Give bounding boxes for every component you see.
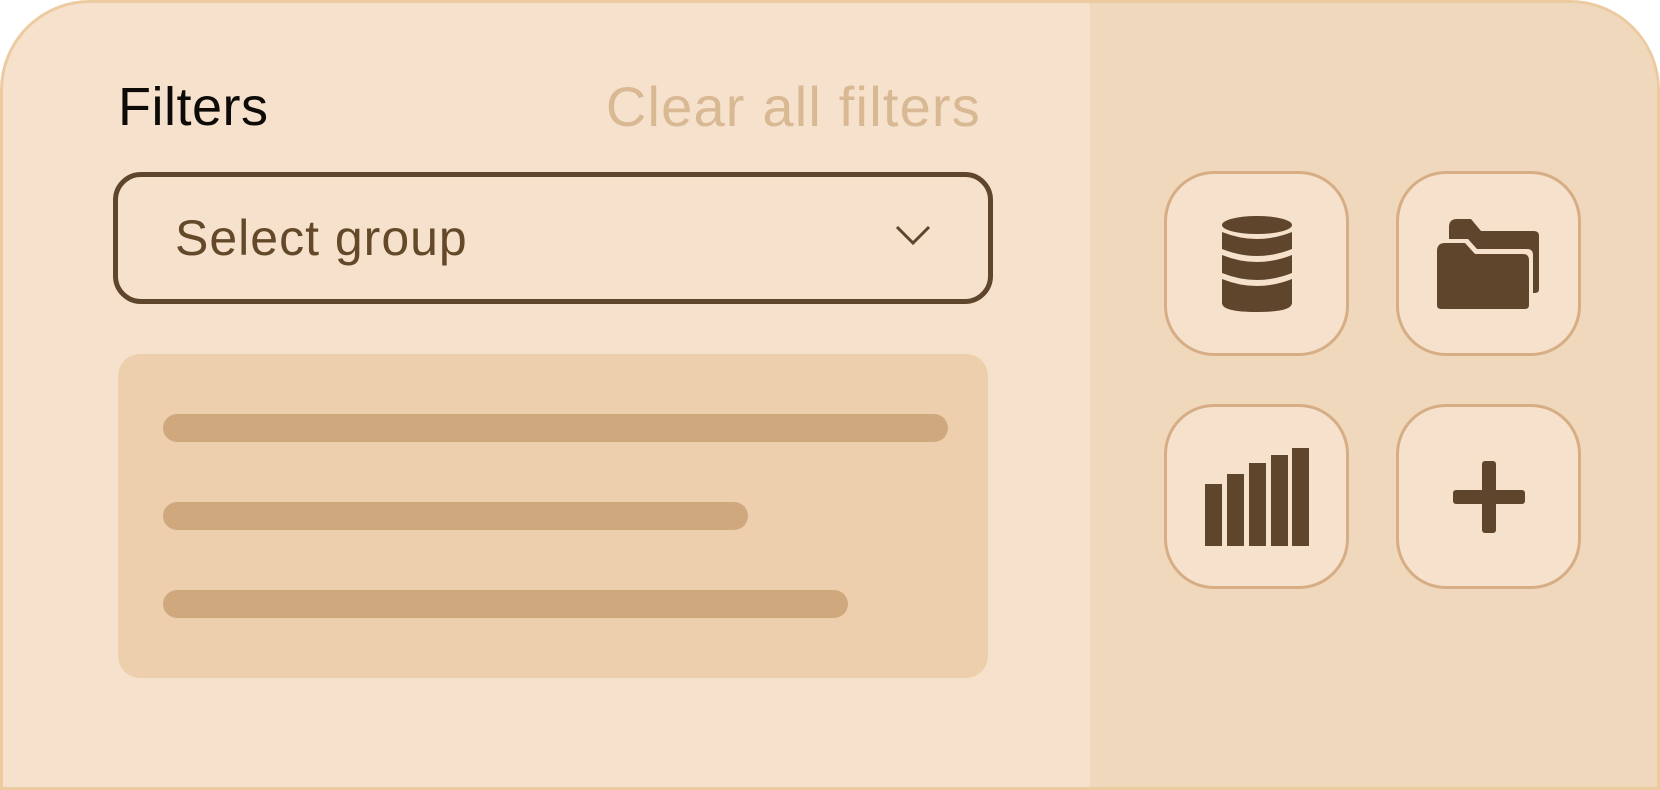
database-button[interactable] (1164, 171, 1349, 356)
bar-chart-icon (1204, 447, 1309, 546)
bar-chart-button[interactable] (1164, 404, 1349, 589)
group-list-placeholder (118, 354, 988, 678)
add-button[interactable] (1396, 404, 1581, 589)
filters-title: Filters (118, 77, 269, 137)
filters-card: Filters Clear all filters Select group (0, 0, 1660, 790)
folder-icon (1436, 218, 1539, 309)
skeleton-line (163, 502, 748, 530)
chevron-down-icon (895, 225, 931, 246)
database-icon (1221, 215, 1292, 312)
plus-icon (1452, 460, 1525, 533)
skeleton-line (163, 414, 948, 442)
skeleton-line (163, 590, 848, 618)
quick-actions-panel (1090, 3, 1657, 787)
folder-button[interactable] (1396, 171, 1581, 356)
group-select-label: Select group (175, 210, 468, 266)
group-select[interactable]: Select group (113, 172, 993, 304)
clear-all-filters-link[interactable]: Clear all filters (606, 75, 981, 139)
